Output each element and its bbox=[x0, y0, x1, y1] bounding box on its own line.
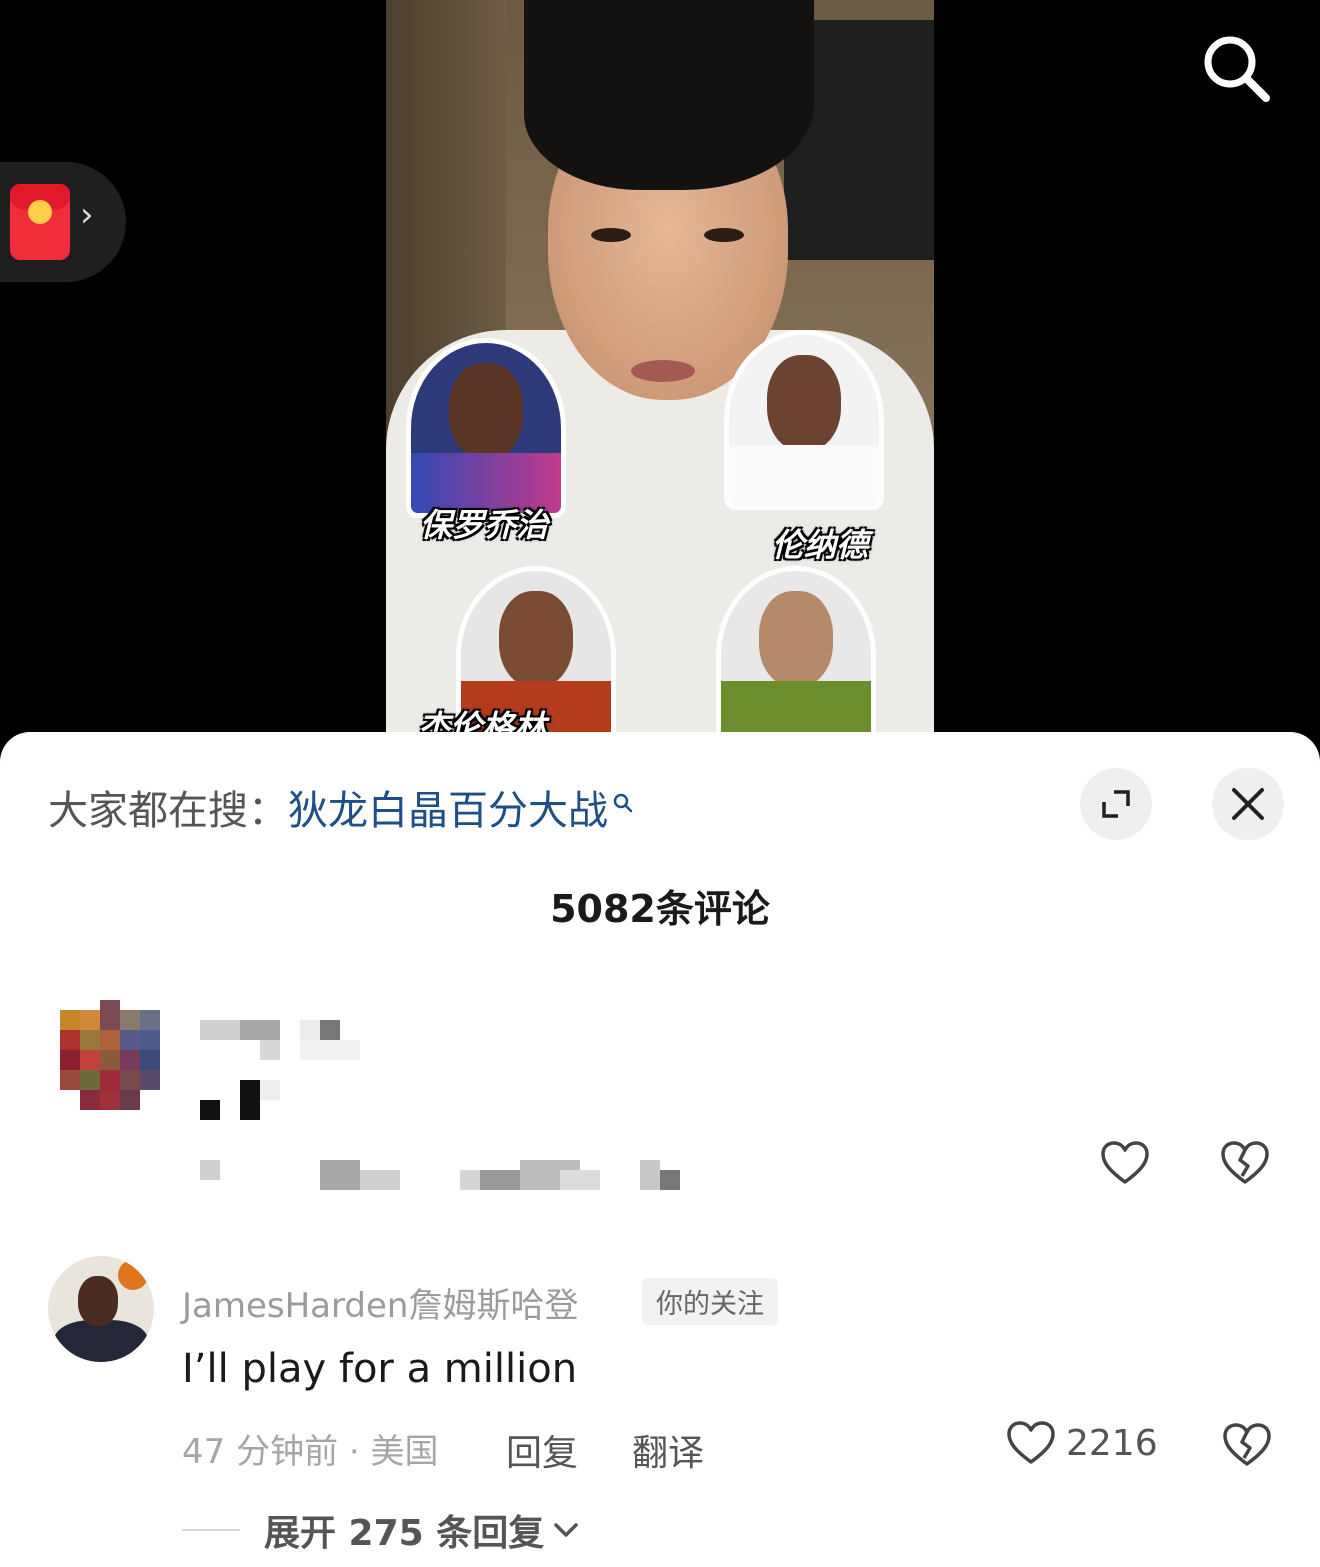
comment-meta: 47 分钟前 · 美国 bbox=[182, 1432, 439, 1472]
player-sticker-1 bbox=[406, 338, 566, 518]
close-icon bbox=[1232, 788, 1264, 820]
expand-icon bbox=[1102, 790, 1130, 818]
like-icon[interactable] bbox=[1100, 1140, 1150, 1190]
player-sticker-2 bbox=[724, 330, 884, 510]
hot-search-bar[interactable]: 大家都在搜：狄龙白晶百分大战 bbox=[48, 778, 634, 836]
like-button[interactable]: 2216 bbox=[1006, 1420, 1158, 1466]
video-frame[interactable] bbox=[386, 0, 934, 740]
sticker-label-1: 保罗乔治 bbox=[420, 506, 549, 544]
red-packet-button[interactable]: › bbox=[0, 162, 126, 282]
player-sticker-4 bbox=[716, 566, 876, 740]
translate-button[interactable]: 翻译 bbox=[632, 1424, 704, 1476]
comment-username[interactable]: JamesHarden詹姆斯哈登 bbox=[182, 1278, 578, 1327]
small-search-icon bbox=[612, 778, 634, 813]
avatar[interactable] bbox=[48, 1256, 154, 1362]
chevron-right-icon: › bbox=[80, 195, 94, 235]
comment-text[interactable]: I’ll play for a million bbox=[182, 1346, 577, 1392]
expand-replies-button[interactable]: 展开 275 条回复 bbox=[182, 1504, 580, 1556]
presenter-eye-left bbox=[591, 228, 631, 242]
expand-button[interactable] bbox=[1080, 768, 1152, 840]
divider bbox=[182, 1529, 240, 1531]
dislike-button[interactable] bbox=[1222, 1422, 1272, 1472]
sticker-label-2: 伦纳德 bbox=[772, 526, 869, 564]
dislike-icon[interactable] bbox=[1220, 1140, 1270, 1190]
like-icon bbox=[1007, 1421, 1055, 1464]
presenter-eye-right bbox=[704, 228, 744, 242]
hot-search-term[interactable]: 狄龙白晶百分大战 bbox=[288, 788, 608, 834]
presenter-hair bbox=[524, 0, 814, 190]
reply-button[interactable]: 回复 bbox=[506, 1424, 578, 1476]
censored-comment bbox=[0, 992, 1320, 1192]
like-count: 2216 bbox=[1066, 1422, 1158, 1464]
comment-sheet: 大家都在搜：狄龙白晶百分大战 5082条评论 JamesHarden詹姆斯哈登 … bbox=[0, 732, 1320, 1567]
dislike-icon bbox=[1223, 1423, 1271, 1466]
expand-replies-label: 展开 275 条回复 bbox=[264, 1513, 545, 1554]
presenter-mouth bbox=[631, 360, 695, 382]
hot-search-prefix: 大家都在搜： bbox=[48, 788, 288, 834]
search-icon[interactable] bbox=[1196, 28, 1276, 108]
following-badge: 你的关注 bbox=[642, 1278, 778, 1325]
video-player[interactable]: 保罗乔治 伦纳德 杰伦格林 › bbox=[0, 0, 1320, 760]
comment-count-title: 5082条评论 bbox=[550, 887, 770, 931]
close-button[interactable] bbox=[1212, 768, 1284, 840]
red-packet-icon bbox=[10, 184, 70, 260]
chevron-down-icon bbox=[554, 1523, 578, 1537]
